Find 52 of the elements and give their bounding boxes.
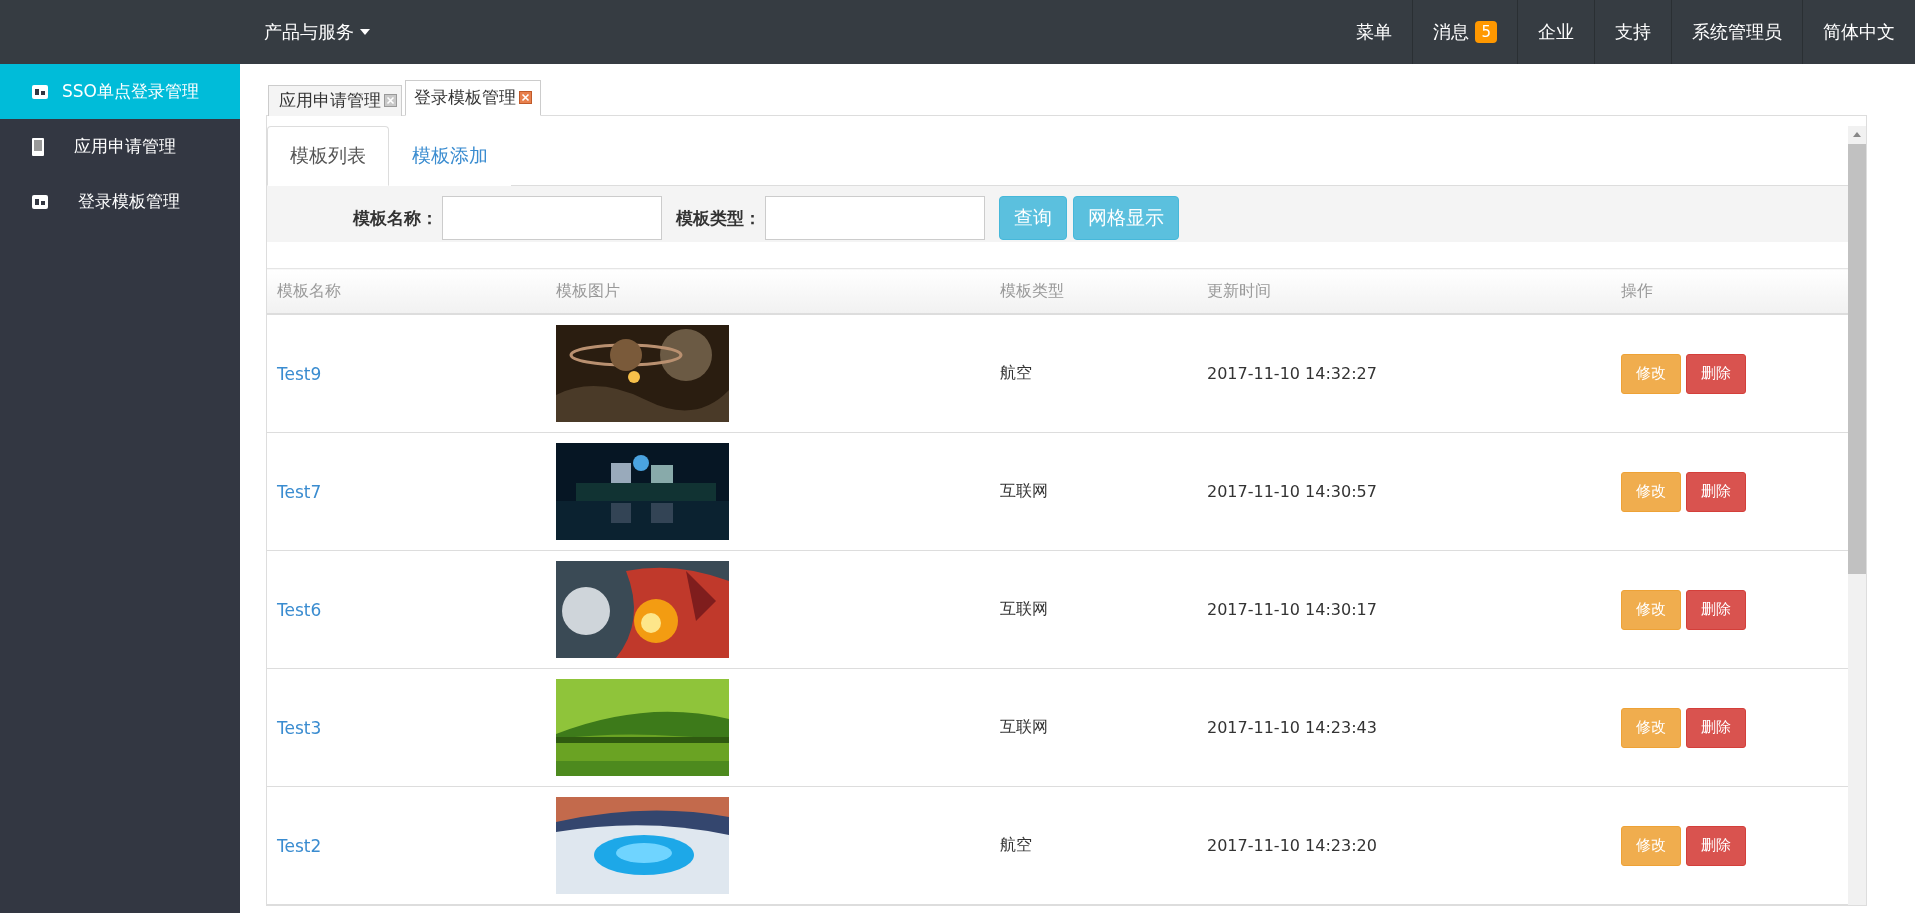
product-menu[interactable]: 产品与服务 xyxy=(240,0,394,64)
nav-link[interactable]: 支持 xyxy=(1594,0,1671,64)
delete-button[interactable]: 删除 xyxy=(1686,707,1746,748)
input-field[interactable] xyxy=(442,196,662,240)
table-cell: 航空 xyxy=(990,786,1197,905)
nav-link[interactable]: 菜单 xyxy=(1336,0,1413,64)
close-icon[interactable] xyxy=(384,94,397,107)
field-label: 模板类型： xyxy=(676,207,761,230)
grid-view-button[interactable]: 网格显示 xyxy=(1073,196,1179,240)
search-button[interactable]: 查询 xyxy=(999,196,1067,240)
delete-button[interactable]: 删除 xyxy=(1686,471,1746,512)
table-cell: 互联网 xyxy=(990,432,1197,551)
sidebar-item[interactable]: SSO单点登录管理 xyxy=(0,64,240,119)
caret-icon xyxy=(360,29,370,35)
input-field[interactable] xyxy=(765,196,985,240)
delete-button[interactable]: 删除 xyxy=(1686,589,1746,630)
template-link[interactable]: Test6 xyxy=(277,599,322,620)
table-cell: 2017-11-10 14:30:57 xyxy=(1197,432,1611,551)
column-header: 更新时间 xyxy=(1197,268,1611,314)
badge-icon xyxy=(32,194,48,209)
template-link[interactable]: Test3 xyxy=(277,717,322,738)
delete-button[interactable]: 删除 xyxy=(1686,825,1746,866)
close-icon[interactable] xyxy=(519,91,532,104)
page-tab[interactable]: 应用申请管理 xyxy=(268,85,402,116)
template-link[interactable]: Test9 xyxy=(277,363,322,384)
table-cell: 互联网 xyxy=(990,668,1197,787)
nav-link[interactable]: 企业 xyxy=(1517,0,1594,64)
column-header: 模板名称 xyxy=(267,268,546,314)
nav-link[interactable]: 简体中文 xyxy=(1802,0,1915,64)
table-cell: 互联网 xyxy=(990,550,1197,669)
count-badge: 5 xyxy=(1475,21,1497,43)
column-header: 操作 xyxy=(1611,268,1848,314)
template-link[interactable]: Test7 xyxy=(277,481,322,502)
table-cell: 2017-11-10 14:32:27 xyxy=(1197,314,1611,433)
sidebar-item[interactable]: 登录模板管理 xyxy=(0,174,240,229)
table-cell: 2017-11-10 14:30:17 xyxy=(1197,550,1611,669)
badge-icon xyxy=(32,84,48,99)
table-cell: 2017-11-10 14:23:20 xyxy=(1197,786,1611,905)
field-label: 模板名称： xyxy=(353,207,438,230)
table-cell: 2017-11-10 14:23:43 xyxy=(1197,668,1611,787)
nav-link[interactable]: 消息 5 xyxy=(1412,0,1517,64)
scrollbar-thumb[interactable] xyxy=(1848,144,1866,574)
table-cell: 航空 xyxy=(990,314,1197,433)
nav-link[interactable]: 系统管理员 xyxy=(1671,0,1802,64)
page-tab[interactable]: 登录模板管理 xyxy=(405,80,541,116)
tab[interactable]: 模板列表 xyxy=(267,126,389,186)
phone-icon xyxy=(32,137,44,156)
template-link[interactable]: Test2 xyxy=(277,835,322,856)
delete-button[interactable]: 删除 xyxy=(1686,353,1746,394)
column-header: 模板图片 xyxy=(546,268,990,314)
column-header: 模板类型 xyxy=(990,268,1197,314)
sidebar-item[interactable]: 应用申请管理 xyxy=(0,119,240,174)
